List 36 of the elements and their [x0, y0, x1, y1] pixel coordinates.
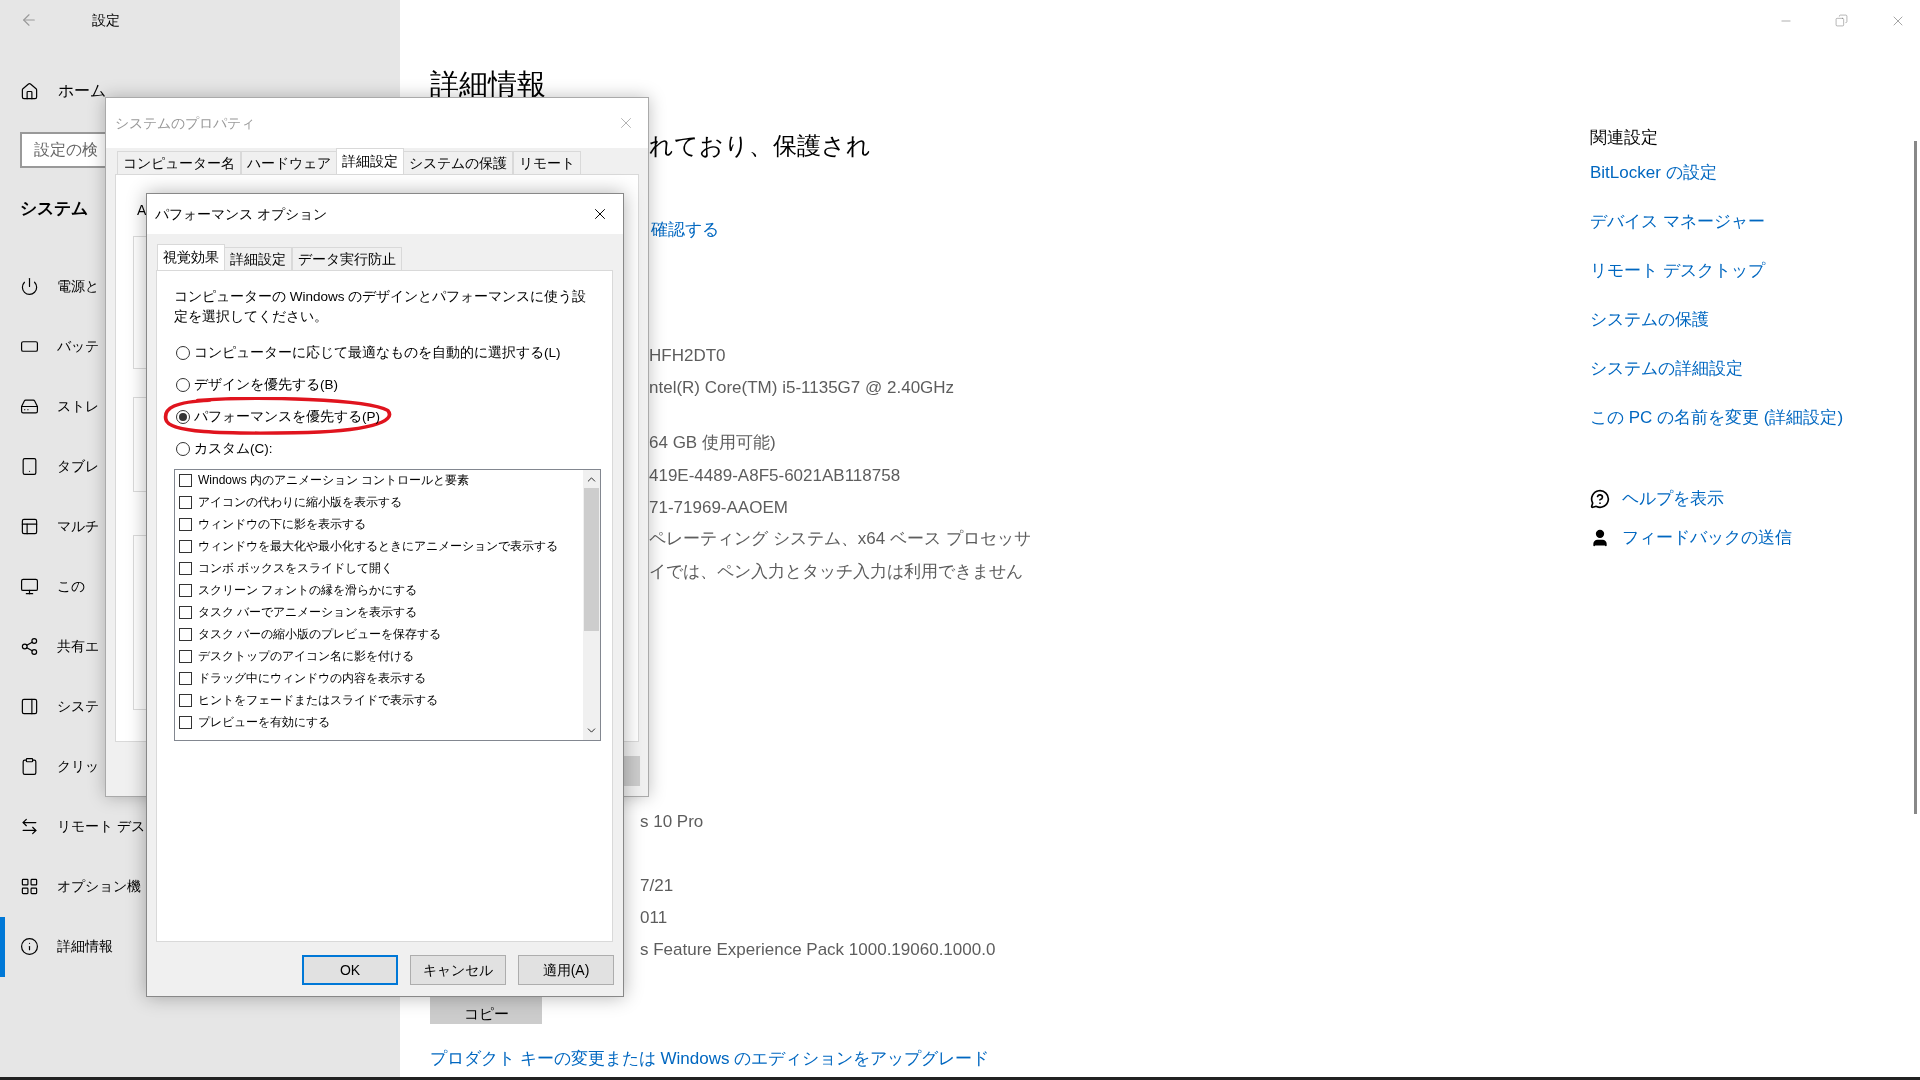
section-title: システム — [20, 198, 88, 220]
effect-label: デスクトップのアイコン名に影を付ける — [198, 648, 414, 665]
spec-value: 7/21 — [640, 874, 675, 897]
spec-value: 011 — [640, 906, 669, 929]
spec-value: 71-71969-AAOEM — [649, 496, 789, 519]
effect-label: ヒントをフェードまたはスライドで表示する — [198, 692, 438, 709]
effect-label: ウィンドウを最大化や最小化するときにアニメーションで表示する — [198, 538, 558, 555]
spec-value: 64 GB 使用可能) — [649, 431, 777, 454]
effect-label: Windows 内のアニメーション コントロールと要素 — [198, 472, 470, 489]
effect-label: プレビューを有効にする — [198, 714, 330, 731]
effect-label: コンボ ボックスをスライドして開く — [198, 560, 394, 577]
spec-value: ペレーティング システム、x64 ベース プロセッサ — [649, 527, 1032, 550]
spec-value: イでは、ペン入力とタッチ入力は利用できません — [649, 560, 1024, 583]
effect-label: タスク バーの縮小版のプレビューを保存する — [198, 626, 442, 643]
related-title: 関連設定 — [1590, 127, 1659, 149]
effect-label: アイコンの代わりに縮小版を表示する — [198, 494, 402, 511]
spec-value: ntel(R) Core(TM) i5-1135G7 @ 2.40GHz — [649, 376, 956, 399]
effect-label: タスク バーでアニメーションを表示する — [198, 604, 418, 621]
description-text: コンピューターの Windows のデザインとパフォーマンスに使う設定を選択してください。 — [174, 288, 588, 326]
radio-label: コンピューターに応じて最適なものを自動的に選択する(L) — [194, 343, 561, 362]
dialog-title: パフォーマンス オプション — [155, 204, 327, 224]
spec-value: 419E-4489-A8F5-6021AB118758 — [649, 464, 902, 487]
effect-label: スクリーン フォントの縁を滑らかにする — [198, 582, 418, 599]
radio-label: デザインを優先する(B) — [194, 375, 338, 394]
effect-label: ウィンドウの下に影を表示する — [198, 516, 366, 533]
effect-label: ドラッグ中にウィンドウの内容を表示する — [198, 670, 426, 687]
window-title: 設定 — [92, 10, 120, 30]
spec-value: s Feature Experience Pack 1000.19060.1000.0 — [640, 938, 997, 961]
security-text: れており、保護され — [649, 131, 872, 161]
group-label: A — [137, 201, 147, 220]
spec-value: HFH2DT0 — [649, 344, 727, 367]
radio-label: パフォーマンスを優先する(P) — [194, 407, 380, 426]
page-heading: 詳細情報 — [430, 67, 547, 102]
spec-value: s 10 Pro — [640, 810, 705, 833]
dialog-title: システムのプロパティ — [115, 113, 255, 133]
radio-label: カスタム(C): — [194, 439, 273, 458]
